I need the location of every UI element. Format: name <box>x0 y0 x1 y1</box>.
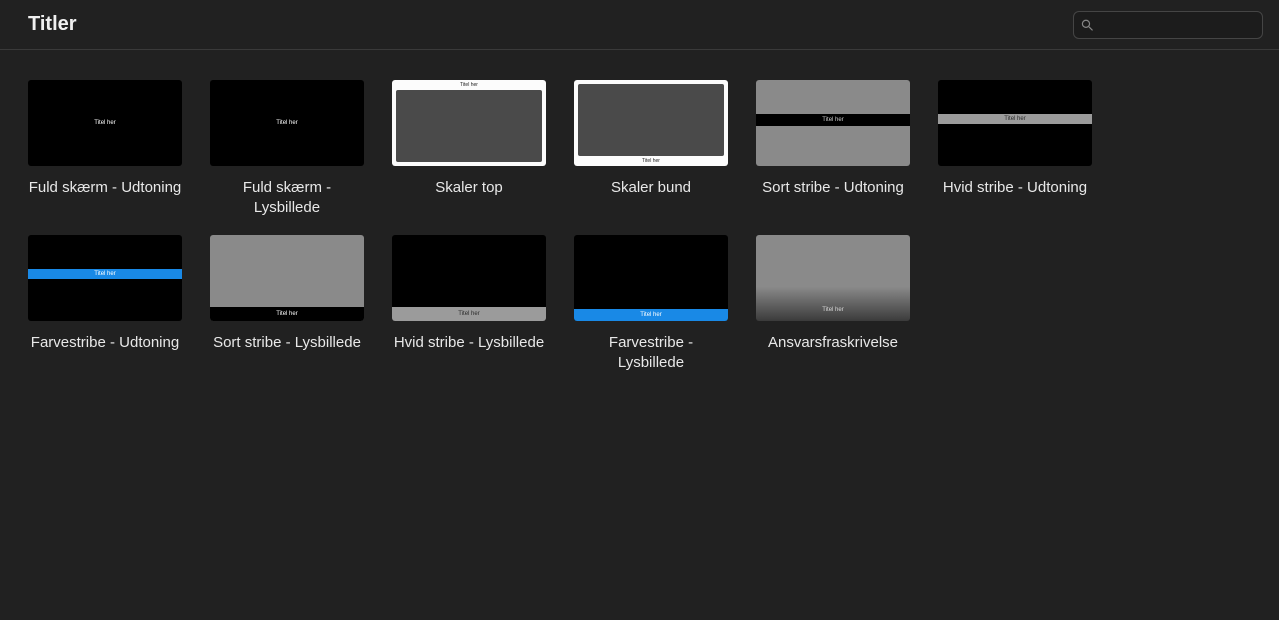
title-tile-sort-stribe-lysbillede[interactable]: Titel her Sort stribe - Lysbillede <box>210 235 364 372</box>
tile-label: Fuld skærm - Udtoning <box>29 178 182 198</box>
tile-label: Sort stribe - Lysbillede <box>213 333 361 353</box>
title-tile-fuld-skaerm-udtoning[interactable]: Titel her Fuld skærm - Udtoning <box>28 80 182 217</box>
title-grid: Titel her Fuld skærm - Udtoning Titel he… <box>28 80 1251 372</box>
title-tile-hvid-stribe-lysbillede[interactable]: Titel her Hvid stribe - Lysbillede <box>392 235 546 372</box>
thumbnail-stripe: Titel her <box>938 114 1092 124</box>
search-icon <box>1080 17 1094 33</box>
tile-label: Skaler bund <box>611 178 691 198</box>
thumbnail-bar: Titel her <box>210 307 364 321</box>
thumbnail-text: Titel her <box>574 312 728 318</box>
thumbnail: Titel her <box>210 80 364 166</box>
thumbnail-bar: Titel her <box>574 309 728 321</box>
title-tile-skaler-bund[interactable]: Titel her Skaler bund <box>574 80 728 217</box>
thumbnail-body <box>578 84 724 156</box>
thumbnail-text: Titel her <box>574 156 728 166</box>
thumbnail-text: Titel her <box>392 80 546 90</box>
thumbnail-text: Titel her <box>28 271 182 277</box>
content-area: Titel her Fuld skærm - Udtoning Titel he… <box>0 50 1279 402</box>
thumbnail: Titel her <box>210 235 364 321</box>
thumbnail-text: Titel her <box>210 311 364 317</box>
thumbnail: Titel her <box>574 235 728 321</box>
thumbnail-text: Titel her <box>28 120 182 126</box>
thumbnail-text: Titel her <box>938 116 1092 122</box>
tile-label: Hvid stribe - Udtoning <box>943 178 1087 198</box>
thumbnail-text: Titel her <box>210 120 364 126</box>
tile-label: Sort stribe - Udtoning <box>762 178 904 198</box>
title-tile-sort-stribe-udtoning[interactable]: Titel her Sort stribe - Udtoning <box>756 80 910 217</box>
search-box[interactable] <box>1073 11 1263 39</box>
thumbnail: Titel her <box>28 235 182 321</box>
thumbnail-bar: Titel her <box>392 307 546 321</box>
tile-label: Fuld skærm - Lysbillede <box>210 178 364 217</box>
thumbnail-text: Titel her <box>756 117 910 123</box>
thumbnail-text: Titel her <box>756 307 910 313</box>
tile-label: Ansvarsfraskrivelse <box>768 333 898 353</box>
thumbnail: Titel her <box>574 80 728 166</box>
title-tile-farvestribe-lysbillede[interactable]: Titel her Farvestribe - Lysbillede <box>574 235 728 372</box>
title-tile-ansvarsfraskrivelse[interactable]: Titel her Ansvarsfraskrivelse <box>756 235 910 372</box>
header: Titler <box>0 0 1279 50</box>
thumbnail: Titel her <box>756 80 910 166</box>
thumbnail: Titel her <box>28 80 182 166</box>
thumbnail-stripe: Titel her <box>28 269 182 279</box>
title-tile-fuld-skaerm-lysbillede[interactable]: Titel her Fuld skærm - Lysbillede <box>210 80 364 217</box>
title-tile-hvid-stribe-udtoning[interactable]: Titel her Hvid stribe - Udtoning <box>938 80 1092 217</box>
title-tile-farvestribe-udtoning[interactable]: Titel her Farvestribe - Udtoning <box>28 235 182 372</box>
tile-label: Hvid stribe - Lysbillede <box>394 333 544 353</box>
tile-label: Farvestribe - Lysbillede <box>574 333 728 372</box>
thumbnail: Titel her <box>756 235 910 321</box>
page-title: Titler <box>28 13 77 36</box>
thumbnail: Titel her <box>392 235 546 321</box>
thumbnail: Titel her <box>392 80 546 166</box>
title-tile-skaler-top[interactable]: Titel her Skaler top <box>392 80 546 217</box>
thumbnail-text: Titel her <box>392 311 546 317</box>
thumbnail-body <box>396 90 542 162</box>
thumbnail: Titel her <box>938 80 1092 166</box>
thumbnail-stripe: Titel her <box>756 114 910 126</box>
search-input[interactable] <box>1098 17 1256 32</box>
tile-label: Farvestribe - Udtoning <box>31 333 179 353</box>
tile-label: Skaler top <box>435 178 503 198</box>
